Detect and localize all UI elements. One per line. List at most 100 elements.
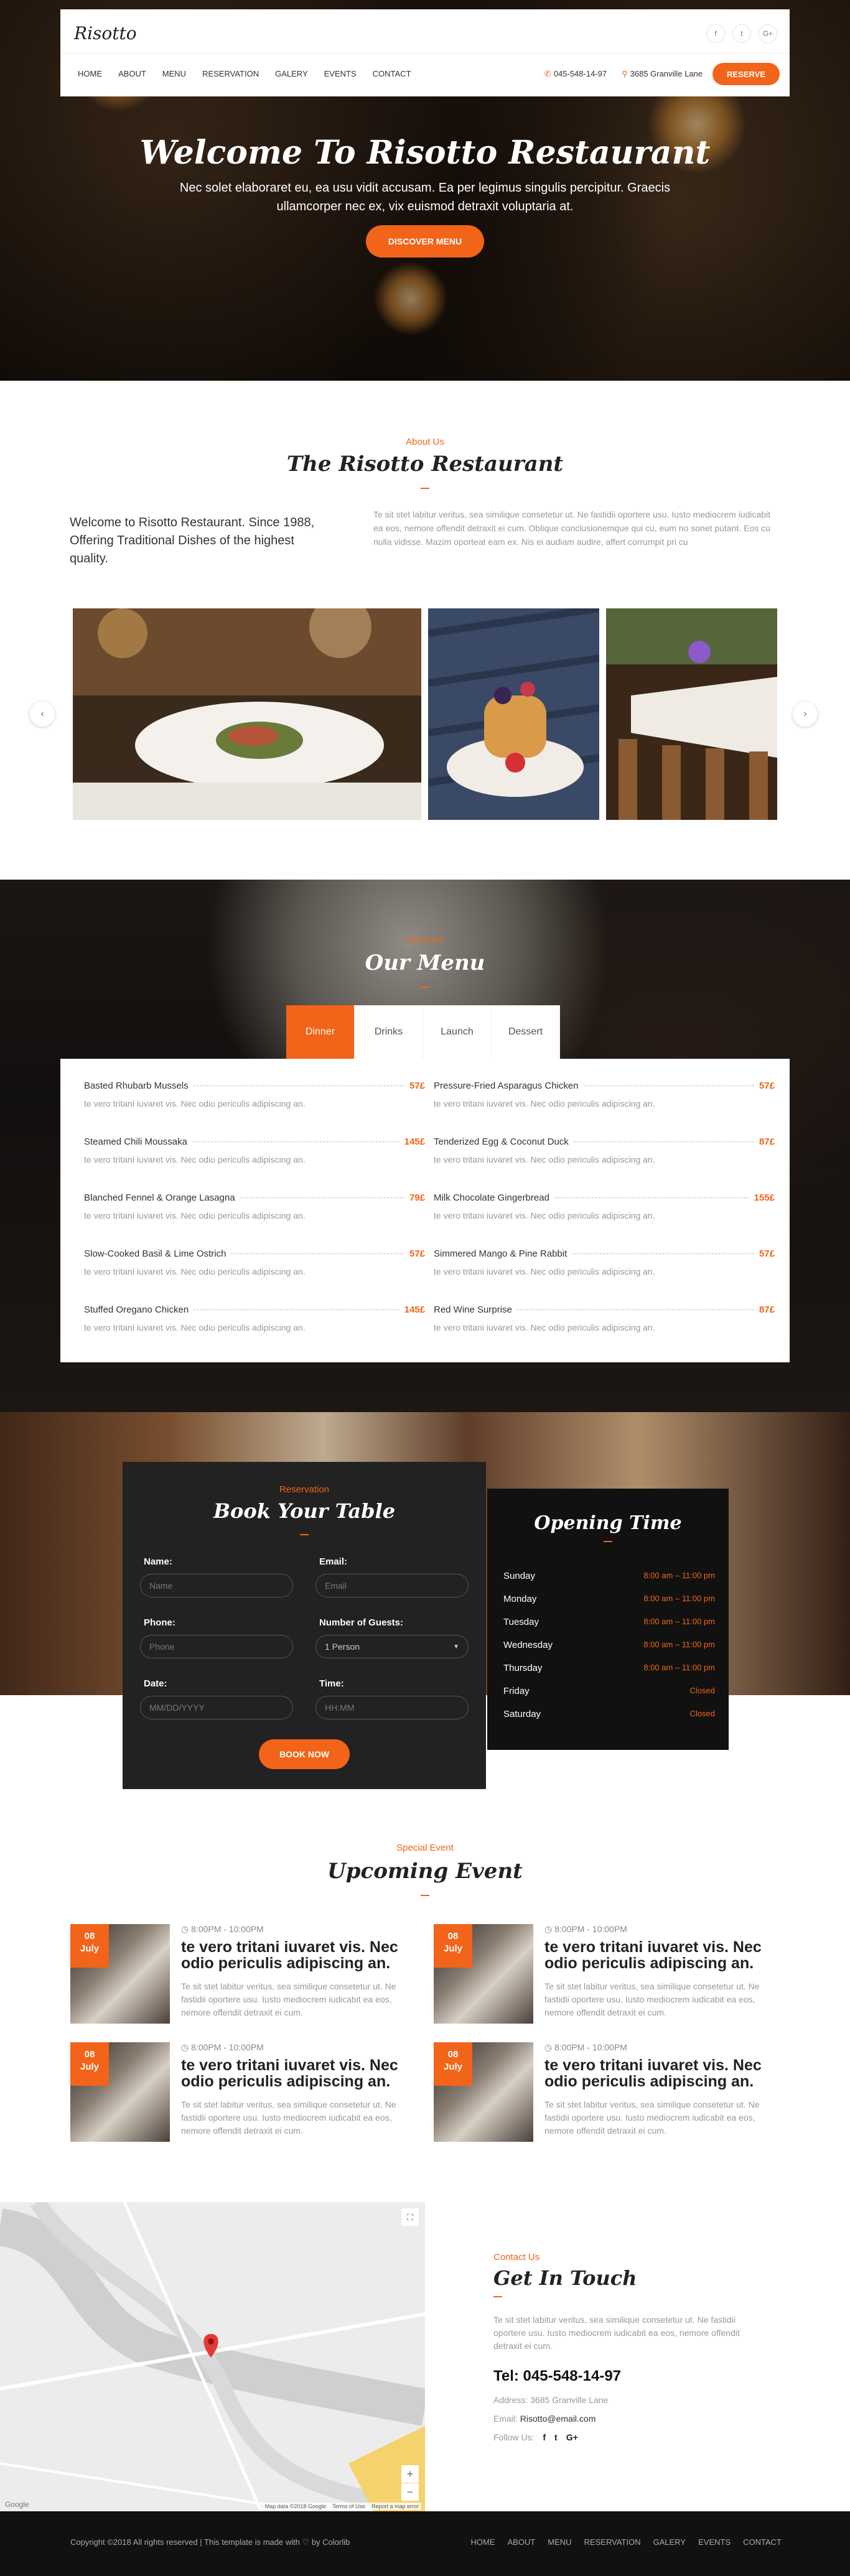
- event-card[interactable]: 08 July ◷ 8:00PM - 10:00PM te vero tritan…: [434, 1924, 777, 2024]
- nav-menu[interactable]: MENU: [162, 69, 186, 78]
- phone-input[interactable]: Phone: [140, 1635, 293, 1658]
- event-time-text: 8:00PM - 10:00PM: [554, 2042, 627, 2052]
- menu-item-price: 79£: [409, 1193, 425, 1203]
- facebook-icon[interactable]: f: [543, 2432, 546, 2442]
- about-intro: Welcome to Risotto Restaurant. Since 198…: [70, 516, 315, 565]
- footer-copyright: Copyright ©2018 All rights reserved | Th…: [70, 2537, 350, 2547]
- event-desc: Te sit stet labitur veritus, sea similiq…: [544, 2099, 760, 2136]
- footer-nav-reservation[interactable]: RESERVATION: [584, 2537, 641, 2547]
- contact-email-link[interactable]: Risotto@email.com: [520, 2414, 596, 2424]
- book-now-button[interactable]: BOOK NOW: [259, 1739, 350, 1769]
- nav-events[interactable]: EVENTS: [324, 69, 357, 78]
- nav-about[interactable]: ABOUT: [118, 69, 146, 78]
- opening-day: Friday: [503, 1686, 530, 1696]
- facebook-icon[interactable]: f: [706, 24, 725, 43]
- event-time: ◷ 8:00PM - 10:00PM: [181, 1924, 264, 1935]
- tab-dessert[interactable]: Dessert: [492, 1005, 560, 1059]
- zoom-out-button[interactable]: −: [401, 2483, 419, 2501]
- opening-title-bar: [604, 1541, 612, 1542]
- nav-home[interactable]: HOME: [78, 69, 102, 78]
- twitter-icon[interactable]: t: [732, 24, 751, 43]
- reservation-subtitle: Reservation: [279, 1484, 330, 1495]
- map-terms-link[interactable]: Terms of Use: [332, 2503, 365, 2509]
- menu-item-desc: te vero tritani iuvaret vis. Nec odio pe…: [84, 1155, 306, 1165]
- site-logo[interactable]: Risotto: [74, 23, 137, 44]
- guests-select[interactable]: 1 Person ▼: [315, 1635, 469, 1658]
- event-time-text: 8:00PM - 10:00PM: [191, 1924, 264, 1934]
- opening-day: Tuesday: [503, 1617, 539, 1627]
- header-phone-text: 045-548-14-97: [553, 69, 607, 78]
- event-title[interactable]: te vero tritani iuvaret vis. Nec odio pe…: [544, 1939, 775, 1971]
- opening-row: Sunday 8:00 am – 11:00 pm: [503, 1571, 715, 1581]
- menu-item-leader: [516, 1309, 754, 1310]
- menu-item-price: 87£: [759, 1137, 775, 1147]
- event-title[interactable]: te vero tritani iuvaret vis. Nec odio pe…: [181, 1939, 411, 1971]
- event-month: July: [80, 1943, 99, 1954]
- gallery-photo-plate[interactable]: [73, 608, 421, 820]
- footer-nav-events[interactable]: EVENTS: [698, 2537, 731, 2547]
- footer-nav-about[interactable]: ABOUT: [507, 2537, 535, 2547]
- menu-item: Blanched Fennel & Orange Lasagna 79£ te v…: [84, 1193, 425, 1221]
- event-time: ◷ 8:00PM - 10:00PM: [181, 2042, 264, 2053]
- tab-drinks[interactable]: Drinks: [355, 1005, 423, 1059]
- guests-select-value: 1 Person: [325, 1642, 360, 1652]
- date-input[interactable]: MM/DD/YYYY: [140, 1696, 293, 1719]
- menu-tabs: Dinner Drinks Launch Dessert: [286, 1005, 560, 1059]
- opening-hours-value: Closed: [689, 1686, 715, 1695]
- event-title[interactable]: te vero tritani iuvaret vis. Nec odio pe…: [544, 2057, 775, 2090]
- events-title: Upcoming Event: [327, 1859, 523, 1884]
- contact-phone: Tel: 045-548-14-97: [493, 2368, 622, 2384]
- menu-item-leader: [554, 1197, 749, 1198]
- time-input[interactable]: HH:MM: [315, 1696, 469, 1719]
- footer-nav-menu[interactable]: MENU: [548, 2537, 571, 2547]
- event-card[interactable]: 08 July ◷ 8:00PM - 10:00PM te vero tritan…: [70, 2042, 414, 2142]
- location-map[interactable]: ⛶ + − Google Map data ©2018 Google Terms…: [0, 2202, 425, 2511]
- menu-item-name: Blanched Fennel & Orange Lasagna: [84, 1193, 235, 1203]
- map-data-credit: Map data ©2018 Google: [264, 2503, 326, 2509]
- footer-nav-home[interactable]: HOME: [470, 2537, 495, 2547]
- event-day: 08: [84, 2049, 95, 2060]
- footer-nav-galery[interactable]: GALERY: [653, 2537, 686, 2547]
- tab-dinner[interactable]: Dinner: [286, 1005, 355, 1059]
- gallery-photo-pancakes[interactable]: [428, 608, 599, 820]
- map-report-link[interactable]: Report a map error: [371, 2503, 419, 2509]
- menu-item-desc: te vero tritani iuvaret vis. Nec odio pe…: [434, 1211, 655, 1221]
- opening-hours-value: 8:00 am – 11:00 pm: [643, 1640, 715, 1649]
- event-title[interactable]: te vero tritani iuvaret vis. Nec odio pe…: [181, 2057, 411, 2090]
- gallery-next-button[interactable]: ›: [793, 702, 818, 727]
- about-subtitle: About Us: [406, 437, 444, 447]
- menu-item-leader: [572, 1253, 754, 1254]
- menu-subtitle: Discover: [406, 934, 444, 945]
- fullscreen-icon[interactable]: ⛶: [401, 2208, 419, 2226]
- clock-icon: ◷: [544, 1924, 555, 1934]
- google-plus-icon[interactable]: G+: [759, 24, 777, 43]
- nav-reservation[interactable]: RESERVATION: [202, 69, 259, 78]
- caret-down-icon: ▼: [453, 1643, 459, 1650]
- opening-day: Thursday: [503, 1663, 543, 1673]
- zoom-in-button[interactable]: +: [401, 2465, 419, 2483]
- event-card[interactable]: 08 July ◷ 8:00PM - 10:00PM te vero tritan…: [70, 1924, 414, 2024]
- tab-launch[interactable]: Launch: [423, 1005, 492, 1059]
- menu-item-desc: te vero tritani iuvaret vis. Nec odio pe…: [434, 1267, 655, 1276]
- twitter-icon[interactable]: t: [554, 2432, 558, 2442]
- menu-item-price: 57£: [409, 1081, 425, 1091]
- contact-subtitle: Contact Us: [493, 2252, 540, 2262]
- nav-galery[interactable]: GALERY: [275, 69, 308, 78]
- event-date-badge: 08 July: [70, 1924, 109, 1968]
- event-month: July: [443, 1943, 462, 1954]
- event-card[interactable]: 08 July ◷ 8:00PM - 10:00PM te vero tritan…: [434, 2042, 777, 2142]
- menu-item: Slow-Cooked Basil & Lime Ostrich 57£ te v…: [84, 1248, 425, 1276]
- contact-address: Address: 3685 Granville Lane: [493, 2395, 609, 2405]
- gallery-prev-button[interactable]: ‹: [30, 702, 55, 727]
- name-input[interactable]: Name: [140, 1574, 293, 1597]
- header-phone: ✆ 045-548-14-97: [544, 69, 607, 79]
- reserve-button[interactable]: RESERVE: [712, 63, 780, 85]
- event-time-text: 8:00PM - 10:00PM: [554, 1924, 627, 1934]
- events-subtitle: Special Event: [396, 1843, 454, 1853]
- gallery-photo-tables[interactable]: [606, 608, 777, 820]
- discover-menu-button[interactable]: DISCOVER MENU: [366, 225, 484, 258]
- nav-contact[interactable]: CONTACT: [373, 69, 411, 78]
- email-input[interactable]: Email: [315, 1574, 469, 1597]
- google-plus-icon[interactable]: G+: [566, 2432, 578, 2442]
- footer-nav-contact[interactable]: CONTACT: [743, 2537, 782, 2547]
